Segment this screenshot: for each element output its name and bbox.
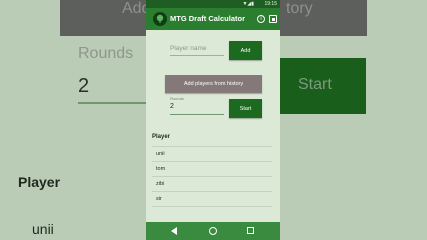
status-time: 19:15 xyxy=(264,1,277,7)
rounds-label: Rounds xyxy=(170,96,184,101)
tree-logo-icon xyxy=(153,12,167,26)
export-icon[interactable] xyxy=(269,15,277,23)
recent-apps-icon[interactable] xyxy=(247,227,254,234)
background-rounds-underline xyxy=(78,102,148,104)
phone-screen: ▼◢▮ 19:15 MTG Draft Calculator i Player … xyxy=(146,0,280,240)
player-row[interactable]: zibi xyxy=(152,177,272,192)
background-start-label: Start xyxy=(298,76,332,93)
app-bar: MTG Draft Calculator i xyxy=(146,8,280,30)
start-button[interactable]: Start xyxy=(229,99,262,118)
player-row[interactable]: tom xyxy=(152,162,272,177)
background-first-player: unii xyxy=(32,221,54,237)
player-row[interactable]: sir xyxy=(152,192,272,207)
info-icon[interactable]: i xyxy=(257,15,265,23)
background-start-button: Start xyxy=(280,58,366,114)
background-player-label: Player xyxy=(18,174,61,190)
background-rounds-label: Rounds xyxy=(78,45,134,62)
background-banner-right: tory xyxy=(286,0,313,17)
home-icon[interactable] xyxy=(209,227,217,235)
app-title: MTG Draft Calculator xyxy=(170,14,246,23)
add-button[interactable]: Add xyxy=(229,41,262,60)
players-header: Player xyxy=(152,134,171,140)
player-name-input[interactable]: Player name xyxy=(170,43,224,56)
tree-icon xyxy=(156,14,164,23)
signal-icons: ▼◢▮ xyxy=(242,1,254,7)
add-from-history-button[interactable]: Add players from history xyxy=(165,75,262,93)
player-row[interactable]: unii xyxy=(152,147,272,162)
navigation-bar xyxy=(146,222,280,240)
rounds-input[interactable]: 2 xyxy=(170,103,224,115)
status-bar: ▼◢▮ 19:15 xyxy=(146,0,280,8)
back-icon[interactable] xyxy=(171,227,177,235)
background-rounds-value: 2 xyxy=(78,75,90,97)
